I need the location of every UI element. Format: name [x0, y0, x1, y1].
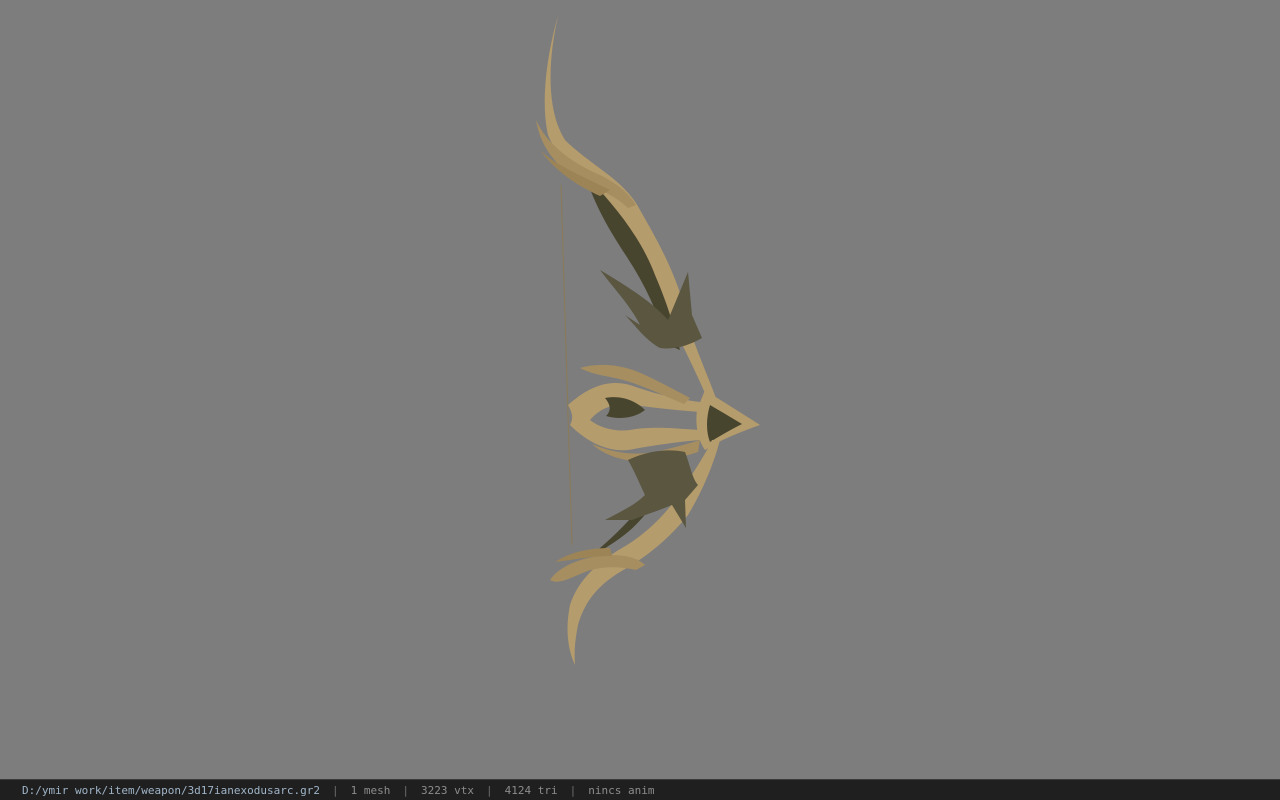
vertex-count: 3223 vtx — [421, 783, 474, 797]
separator: | — [332, 783, 339, 797]
animation-status: nincs anim — [588, 783, 655, 797]
status-bar: D:/ymir work/item/weapon/3d17ianexodusar… — [0, 779, 1280, 800]
separator: | — [402, 783, 410, 797]
bow-model[interactable] — [0, 0, 1280, 779]
bow-string — [560, 184, 573, 546]
bow-upper-limb — [544, 16, 720, 410]
bow-lower-spikes — [605, 450, 698, 528]
separator: | — [569, 783, 577, 797]
model-path: D:/ymir work/item/weapon/3d17ianexodusar… — [22, 783, 321, 797]
model-viewport[interactable] — [0, 0, 1280, 779]
triangle-count: 4124 tri — [504, 783, 558, 797]
mesh-count: 1 mesh — [350, 783, 391, 797]
separator: | — [486, 783, 493, 797]
